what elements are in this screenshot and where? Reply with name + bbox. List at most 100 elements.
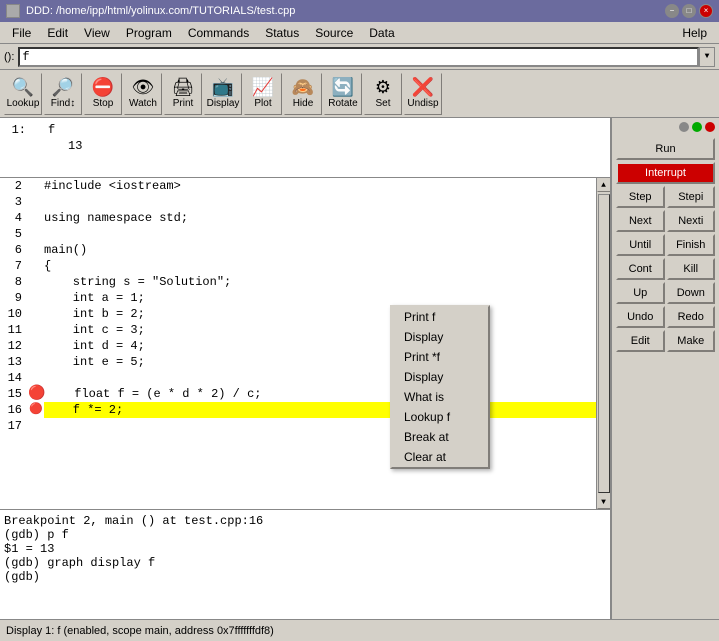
context-display-2[interactable]: Display [392,367,488,387]
code-scrollbar[interactable]: ▲ ▼ [596,178,610,509]
stepi-button[interactable]: Stepi [667,186,716,208]
close-button[interactable]: × [699,4,713,18]
code-scroll[interactable]: 2#include <iostream> 3 4using namespace … [0,178,596,509]
lookup-button[interactable]: 🔍 Lookup [4,73,42,115]
find-icon: 🔎 [52,78,74,96]
context-print-star-f[interactable]: Print *f [392,347,488,367]
app-icon [6,4,20,18]
plot-button[interactable]: 📈 Plot [244,73,282,115]
interrupt-button[interactable]: Interrupt [616,162,715,184]
print-button[interactable]: 🖨 Print [164,73,202,115]
code-line-13: 13 int e = 5; [0,354,596,370]
edit-button[interactable]: Edit [616,330,665,352]
code-line-8: 8 string s = "Solution"; [0,274,596,290]
set-button[interactable]: ⚙ Set [364,73,402,115]
code-line-3: 3 [0,194,596,210]
menu-help[interactable]: Help [674,24,715,42]
code-line-7: 7{ [0,258,596,274]
context-clear-at[interactable]: Clear at [392,447,488,467]
hide-label: Hide [293,98,314,109]
menu-commands[interactable]: Commands [180,24,257,42]
code-line-16: 16 🔴 f *= 2; [0,402,596,418]
find-label: Find↕ [51,98,75,109]
run-button[interactable]: Run [616,138,715,160]
next-row: Next Nexti [616,210,715,232]
kill-button[interactable]: Kill [667,258,716,280]
maximize-button[interactable]: □ [682,4,696,18]
command-bar: (): ▼ [0,44,719,70]
context-menu: Print f Display Print *f Display What is… [390,305,490,469]
hide-icon: 🙈 [292,78,314,96]
code-line-2: 2#include <iostream> [0,178,596,194]
watch-label: Watch [129,98,157,109]
console-line-4: (gdb) graph display f [4,556,606,570]
menu-file[interactable]: File [4,24,39,42]
status-bar: Display 1: f (enabled, scope main, addre… [0,619,719,641]
up-button[interactable]: Up [616,282,665,304]
next-button[interactable]: Next [616,210,665,232]
interrupt-row: Interrupt [616,162,715,184]
stop-icon: ⛔ [92,78,114,96]
code-line-4: 4using namespace std; [0,210,596,226]
redo-button[interactable]: Redo [667,306,716,328]
finish-button[interactable]: Finish [667,234,716,256]
cont-row: Cont Kill [616,258,715,280]
menu-edit[interactable]: Edit [39,24,76,42]
menu-data[interactable]: Data [361,24,402,42]
undisp-icon: ❌ [412,78,434,96]
cont-button[interactable]: Cont [616,258,665,280]
stop-button[interactable]: ⛔ Stop [84,73,122,115]
var-value-1: 13 [68,138,606,154]
console-area: Breakpoint 2, main () at test.cpp:16 (gd… [0,509,610,619]
undo-button[interactable]: Undo [616,306,665,328]
hide-button[interactable]: 🙈 Hide [284,73,322,115]
rotate-button[interactable]: 🔄 Rotate [324,73,362,115]
watch-icon: 👁 [132,78,155,96]
watch-button[interactable]: 👁 Watch [124,73,162,115]
menu-program[interactable]: Program [118,24,180,42]
code-line-11: 11 int c = 3; [0,322,596,338]
display-button[interactable]: 📺 Display [204,73,242,115]
scrollbar-thumb[interactable] [598,194,610,493]
undisp-button[interactable]: ❌ Undisp [404,73,442,115]
code-line-5: 5 [0,226,596,242]
code-line-17: 17 [0,418,596,434]
until-row: Until Finish [616,234,715,256]
code-line-12: 12 int d = 4; [0,338,596,354]
context-lookup-f[interactable]: Lookup f [392,407,488,427]
until-button[interactable]: Until [616,234,665,256]
find-button[interactable]: 🔎 Find↕ [44,73,82,115]
code-line-15: 15 🔴 float f = (e * d * 2) / c; [0,386,596,402]
menu-status[interactable]: Status [257,24,307,42]
lookup-label: Lookup [7,98,40,109]
run-row: Run [616,138,715,160]
make-button[interactable]: Make [667,330,716,352]
code-line-6: 6main() [0,242,596,258]
command-input[interactable] [18,47,699,67]
code-line-9: 9 int a = 1; [0,290,596,306]
menu-source[interactable]: Source [307,24,361,42]
up-row: Up Down [616,282,715,304]
print-icon: 🖨 [172,78,195,96]
step-button[interactable]: Step [616,186,665,208]
lookup-icon: 🔍 [12,78,34,96]
context-break-at[interactable]: Break at [392,427,488,447]
command-dropdown-button[interactable]: ▼ [699,47,715,67]
window-controls: − □ × [665,4,713,18]
display-label: Display [207,98,240,109]
current-line-text: f *= 2; [44,402,596,418]
down-button[interactable]: Down [667,282,716,304]
minimize-button[interactable]: − [665,4,679,18]
context-what-is[interactable]: What is [392,387,488,407]
menu-view[interactable]: View [76,24,118,42]
console-line-3: $1 = 13 [4,542,606,556]
dot-gray [679,122,689,132]
context-display-1[interactable]: Display [392,327,488,347]
code-line-14: 14 [0,370,596,386]
context-print-f[interactable]: Print f [392,307,488,327]
scrollbar-up-arrow[interactable]: ▲ [597,178,611,192]
toolbar: 🔍 Lookup 🔎 Find↕ ⛔ Stop 👁 Watch 🖨 Print … [0,70,719,118]
nexti-button[interactable]: Nexti [667,210,716,232]
step-row: Step Stepi [616,186,715,208]
scrollbar-down-arrow[interactable]: ▼ [597,495,611,509]
